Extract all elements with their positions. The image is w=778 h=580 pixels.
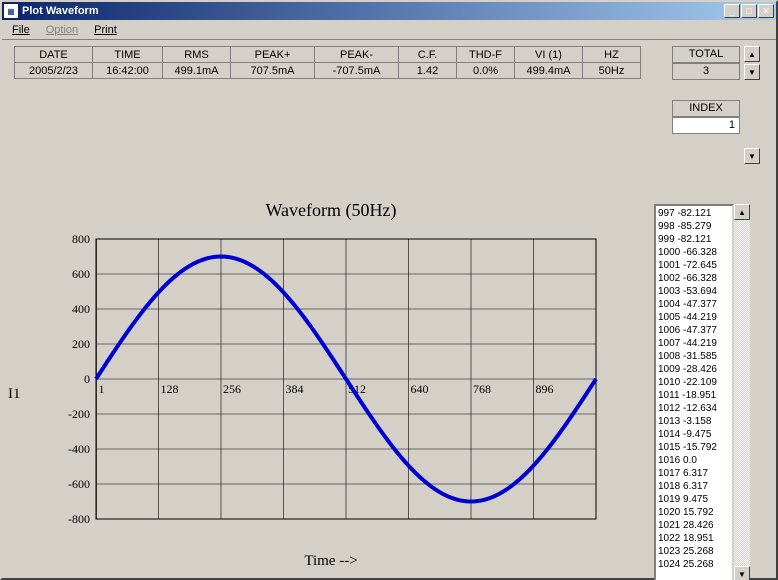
svg-text:-200: -200	[68, 407, 90, 421]
svg-text:0: 0	[84, 372, 90, 386]
waveform-chart: -800-600-400-200020040060080011282563845…	[26, 229, 606, 549]
index-scroll-down[interactable]: ▼	[744, 148, 760, 164]
list-item[interactable]: 1009 -28.426	[658, 363, 730, 376]
svg-text:768: 768	[473, 382, 491, 396]
menu-print[interactable]: Print	[88, 22, 123, 38]
th-rms: RMS	[163, 47, 231, 63]
plot-area: Waveform (50Hz) -800 -600 -400 -200 0 200 400 6…	[26, 200, 636, 580]
list-item[interactable]: 1011 -18.951	[658, 389, 730, 402]
td-thdf: 0.0%	[457, 63, 515, 79]
th-hz: HZ	[583, 47, 641, 63]
list-item[interactable]: 999 -82.121	[658, 233, 730, 246]
td-hz: 50Hz	[583, 63, 641, 79]
list-item[interactable]: 1022 18.951	[658, 532, 730, 545]
total-label: TOTAL	[672, 46, 740, 63]
svg-text:600: 600	[72, 267, 90, 281]
window-title: Plot Waveform	[22, 5, 724, 17]
svg-text:-600: -600	[68, 477, 90, 491]
index-label: INDEX	[672, 100, 740, 117]
table-row[interactable]: 2005/2/23 16:42:00 499.1mA 707.5mA -707.…	[15, 63, 641, 79]
data-table: DATE TIME RMS PEAK+ PEAK- C.F. THD-F VI …	[14, 46, 641, 79]
td-rms: 499.1mA	[163, 63, 231, 79]
list-item[interactable]: 1003 -53.694	[658, 285, 730, 298]
maximize-button[interactable]: □	[741, 4, 757, 18]
sample-listbox[interactable]: 997 -82.121998 -85.279999 -82.1211000 -6…	[654, 204, 734, 580]
minimize-button[interactable]: _	[724, 4, 740, 18]
table-scroll-down[interactable]: ▼	[744, 64, 760, 80]
list-item[interactable]: 1000 -66.328	[658, 246, 730, 259]
app-icon: ▦	[4, 4, 18, 18]
list-item[interactable]: 1013 -3.158	[658, 415, 730, 428]
y-axis-label: I1	[8, 386, 21, 403]
list-item[interactable]: 1020 15.792	[658, 506, 730, 519]
th-cf: C.F.	[399, 47, 457, 63]
menu-option[interactable]: Option	[40, 22, 84, 38]
td-peakp: 707.5mA	[231, 63, 315, 79]
menu-file[interactable]: File	[6, 22, 36, 38]
titlebar: ▦ Plot Waveform _ □ ✕	[2, 2, 776, 20]
svg-text:128: 128	[161, 382, 179, 396]
listbox-scrollbar[interactable]: ▲ ▼	[734, 204, 750, 580]
th-date: DATE	[15, 47, 93, 63]
menubar: File Option Print	[2, 20, 776, 40]
list-item[interactable]: 1012 -12.634	[658, 402, 730, 415]
total-value: 3	[672, 63, 740, 80]
chart-title: Waveform (50Hz)	[26, 200, 636, 221]
list-item[interactable]: 1005 -44.219	[658, 311, 730, 324]
th-peakp: PEAK+	[231, 47, 315, 63]
list-item[interactable]: 1019 9.475	[658, 493, 730, 506]
list-item[interactable]: 1007 -44.219	[658, 337, 730, 350]
list-item[interactable]: 1015 -15.792	[658, 441, 730, 454]
svg-text:384: 384	[286, 382, 304, 396]
list-item[interactable]: 1023 25.268	[658, 545, 730, 558]
list-item[interactable]: 1001 -72.645	[658, 259, 730, 272]
list-item[interactable]: 1018 6.317	[658, 480, 730, 493]
td-date: 2005/2/23	[15, 63, 93, 79]
svg-text:-400: -400	[68, 442, 90, 456]
svg-text:800: 800	[72, 232, 90, 246]
svg-text:256: 256	[223, 382, 241, 396]
list-item[interactable]: 1016 0.0	[658, 454, 730, 467]
th-time: TIME	[93, 47, 163, 63]
svg-text:1: 1	[98, 382, 104, 396]
td-peakm: -707.5mA	[315, 63, 399, 79]
list-item[interactable]: 1024 25.268	[658, 558, 730, 571]
svg-text:200: 200	[72, 337, 90, 351]
content-area: DATE TIME RMS PEAK+ PEAK- C.F. THD-F VI …	[2, 40, 776, 578]
th-vi: VI (1)	[515, 47, 583, 63]
svg-text:640: 640	[411, 382, 429, 396]
list-scroll-down[interactable]: ▼	[734, 566, 750, 580]
list-item[interactable]: 1021 28.426	[658, 519, 730, 532]
list-item[interactable]: 1014 -9.475	[658, 428, 730, 441]
list-scroll-track[interactable]	[734, 220, 750, 566]
td-vi: 499.4mA	[515, 63, 583, 79]
list-item[interactable]: 1010 -22.109	[658, 376, 730, 389]
list-item[interactable]: 998 -85.279	[658, 220, 730, 233]
svg-text:-800: -800	[68, 512, 90, 526]
list-item[interactable]: 997 -82.121	[658, 207, 730, 220]
td-cf: 1.42	[399, 63, 457, 79]
index-value[interactable]: 1	[672, 117, 740, 134]
list-item[interactable]: 1004 -47.377	[658, 298, 730, 311]
list-scroll-up[interactable]: ▲	[734, 204, 750, 220]
td-time: 16:42:00	[93, 63, 163, 79]
x-axis-label: Time -->	[26, 553, 636, 570]
list-item[interactable]: 1008 -31.585	[658, 350, 730, 363]
list-item[interactable]: 1006 -47.377	[658, 324, 730, 337]
th-thdf: THD-F	[457, 47, 515, 63]
close-button[interactable]: ✕	[758, 4, 774, 18]
svg-text:400: 400	[72, 302, 90, 316]
list-item[interactable]: 1017 6.317	[658, 467, 730, 480]
svg-text:896: 896	[536, 382, 554, 396]
table-scroll-up[interactable]: ▲	[744, 46, 760, 62]
list-item[interactable]: 1002 -66.328	[658, 272, 730, 285]
th-peakm: PEAK-	[315, 47, 399, 63]
